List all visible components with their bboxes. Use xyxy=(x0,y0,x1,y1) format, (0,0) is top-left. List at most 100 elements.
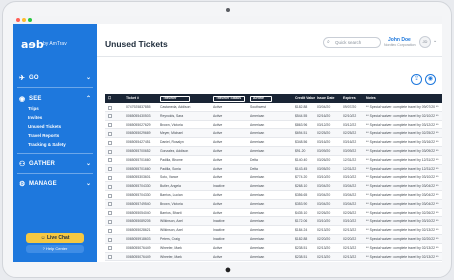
cell-traveler: Brown, Victoria xyxy=(160,122,183,127)
table-row[interactable]: 0065055027629 Brown, Victoria Active Americ… xyxy=(105,121,442,130)
cell-status: Active xyxy=(213,149,223,153)
cell-notes: ** Special waiver: complete travel by 03… xyxy=(366,149,439,153)
search-input[interactable]: ⌕ Quick search xyxy=(323,37,381,48)
minimize-window-dot[interactable] xyxy=(22,18,26,22)
row-checkbox[interactable] xyxy=(108,219,112,224)
row-checkbox[interactable] xyxy=(108,123,112,128)
avatar[interactable]: JD xyxy=(419,36,431,48)
sidebar-item-tracking-safety[interactable]: Tracking & Safety xyxy=(28,142,66,147)
row-checkbox[interactable] xyxy=(108,131,112,136)
header-divider xyxy=(97,56,442,57)
row-checkbox[interactable] xyxy=(108,175,112,180)
table-row[interactable]: 0065055701660 Padilla, Sonia Active Delta $1… xyxy=(105,164,442,174)
cell-ticket: 0065055749540 xyxy=(126,201,151,206)
nav-section-manage[interactable]: ⚙ MANAGE ⌄ xyxy=(13,177,97,191)
table-header: ☐ Ticket # Traveler Traveler Status Airl… xyxy=(105,94,442,103)
nav-section-see[interactable]: ◉ SEE ⌃ xyxy=(13,92,97,106)
row-checkbox[interactable] xyxy=(108,255,112,260)
table-row[interactable]: 0065055054040 Barrios, Bharti Active Americ… xyxy=(105,209,442,218)
table-row[interactable]: 0065055918603 Peters, Craig Inactive Americ… xyxy=(105,235,442,244)
row-checkbox[interactable] xyxy=(108,140,112,145)
nav-section-label: MANAGE xyxy=(29,181,57,187)
nav-section-go[interactable]: ✈ GO ⌄ xyxy=(13,71,97,85)
cell-credit: $435.10 xyxy=(295,210,308,215)
column-header-traveler[interactable]: Traveler xyxy=(163,94,176,103)
table-row[interactable]: 0747925837855 Castaneda, Addison Active Sou… xyxy=(105,103,442,112)
view-button[interactable]: ◉ xyxy=(425,74,436,85)
table-row[interactable]: 0065055076449 Wheeler, Mark Active American… xyxy=(105,252,442,262)
row-checkbox[interactable] xyxy=(108,105,112,110)
cell-issue-date: 03/04/20 xyxy=(317,105,331,109)
cell-airline: Delta xyxy=(250,157,258,162)
cell-airline: American xyxy=(250,140,265,145)
row-checkbox[interactable] xyxy=(108,167,112,172)
sidebar: aɘb by AmTrav ✈ GO ⌄ ◉ SEE ⌃ Trips Invit… xyxy=(13,24,97,262)
cell-notes: ** Special waiver: complete travel by 09… xyxy=(366,105,439,109)
cell-issue-date: 02/26/20 xyxy=(317,210,331,215)
sidebar-item-trips[interactable]: Trips xyxy=(28,106,39,111)
help-center-button[interactable]: ? Help Center xyxy=(26,245,84,253)
row-checkbox[interactable] xyxy=(108,228,112,233)
cell-notes: ** Special waiver: complete travel by 03… xyxy=(366,201,439,206)
table-row[interactable]: 0065055704330 Barrios, Lucian Active Americ… xyxy=(105,191,442,200)
row-checkbox[interactable] xyxy=(108,114,112,119)
table-row[interactable]: 0065055029669 Meyer, Michael Active America… xyxy=(105,129,442,139)
chevron-down-icon[interactable]: ⌄ xyxy=(433,38,437,44)
cell-airline: American xyxy=(250,149,265,153)
cell-status: Active xyxy=(213,131,223,136)
table-row[interactable]: 0065055704330 Butler, Angela Inactive Ameri… xyxy=(105,182,442,191)
table-row[interactable]: 0065055076449 Wheeler, Mark Active American… xyxy=(105,244,442,253)
table-row[interactable]: 0065055427451 Daniel, Rosalyn Active Americ… xyxy=(105,138,442,147)
nav-section-gather[interactable]: ⚇ GATHER ⌄ xyxy=(13,157,97,171)
column-header-traveler-status[interactable]: Traveler Status xyxy=(216,94,241,103)
cell-expires: 03/12/22 xyxy=(343,122,357,127)
column-header-expires[interactable]: Expires xyxy=(343,94,356,103)
select-all-checkbox[interactable]: ☐ xyxy=(108,94,111,103)
cell-traveler: Padilla, Sonia xyxy=(160,166,181,171)
cell-credit: $694.51 xyxy=(295,131,308,136)
column-header-notes[interactable]: Notes xyxy=(366,94,376,103)
chevron-down-icon: ⌄ xyxy=(85,181,91,187)
table-row[interactable]: 0065055701660 Padilla, Bhome Active Delta $1… xyxy=(105,156,442,165)
row-checkbox[interactable] xyxy=(108,246,112,251)
app-logo[interactable]: aɘb xyxy=(21,38,44,51)
table-row[interactable]: 0065055089205 Wilkinson, Axel Inactive Amer… xyxy=(105,217,442,227)
cell-credit: $268.10 xyxy=(295,184,308,189)
row-checkbox[interactable] xyxy=(108,149,112,154)
row-checkbox[interactable] xyxy=(108,184,112,189)
table-row[interactable]: 0065055430503 Reynolds, Sara Active America… xyxy=(105,111,442,121)
cell-traveler: Wheeler, Mark xyxy=(160,245,182,250)
live-chat-button[interactable]: ☺ Live Chat xyxy=(26,233,84,243)
row-checkbox[interactable] xyxy=(108,211,112,216)
upload-button[interactable]: ⇪ xyxy=(411,74,422,85)
column-header-issue-date[interactable]: Issue Date xyxy=(317,94,335,103)
row-checkbox[interactable] xyxy=(108,158,112,163)
cell-issue-date: 03/09/20 xyxy=(317,149,331,153)
row-checkbox[interactable] xyxy=(108,202,112,207)
column-header-ticket[interactable]: Ticket # xyxy=(126,94,139,103)
divider xyxy=(17,87,93,88)
sidebar-item-unused-tickets[interactable]: Unused Tickets xyxy=(28,124,61,129)
table-row[interactable]: 0065055303601 Soto, Vance Active American $7… xyxy=(105,173,442,183)
sidebar-item-invites[interactable]: Invites xyxy=(28,115,42,120)
cell-ticket: 0747925837855 xyxy=(126,105,151,109)
cell-ticket: 0065055918603 xyxy=(126,237,151,241)
cell-issue-date: 03/04/20 xyxy=(317,201,331,206)
maximize-window-dot[interactable] xyxy=(28,18,32,22)
cell-ticket: 0065055089205 xyxy=(126,219,151,224)
table-row[interactable]: 0065055749540 Brown, Victoria Active Americ… xyxy=(105,199,442,209)
table-row[interactable]: 0065055700652 Gonzalez, Addison Active Amer… xyxy=(105,147,442,156)
row-checkbox[interactable] xyxy=(108,193,112,198)
column-header-airline[interactable]: Airline xyxy=(253,94,264,103)
sidebar-item-travel-reports[interactable]: Travel Reports xyxy=(28,133,59,138)
chevron-down-icon: ⌄ xyxy=(85,75,91,81)
column-header-credit-value[interactable]: Credit Value xyxy=(295,94,315,103)
cell-expires: 12/31/22 xyxy=(343,157,357,162)
cell-status: Inactive xyxy=(213,219,225,224)
table-row[interactable]: 0065055028621 Wilkinson, Axel Inactive Amer… xyxy=(105,226,442,235)
cell-traveler: Wilkinson, Axel xyxy=(160,219,183,224)
row-checkbox[interactable] xyxy=(108,237,112,242)
close-window-dot[interactable] xyxy=(16,18,20,22)
cell-expires: 02/25/22 xyxy=(343,131,357,136)
cell-credit: $182.88 xyxy=(295,237,308,241)
